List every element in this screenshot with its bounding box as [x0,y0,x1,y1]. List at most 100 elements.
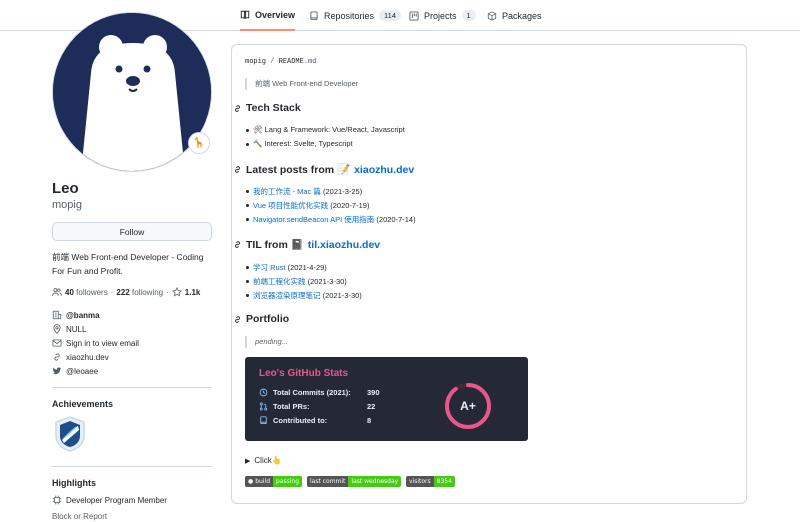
organization-icon [52,310,62,320]
post-date: (2020-7-19) [330,201,370,210]
tab-overview[interactable]: Overview [240,0,296,31]
repo-icon [259,416,268,425]
stars-link[interactable]: 1.1k [185,288,201,297]
portfolio-heading: Portfolio [233,313,289,325]
location-detail: NULL [52,324,86,334]
email-detail: Sign in to view email [52,338,139,348]
post-link[interactable]: Vue 项目性能优化实践 [253,201,328,210]
tab-repositories[interactable]: Repositories 114 [309,0,401,31]
til-post-link[interactable]: 浏览器渲染原理笔记 [253,291,321,300]
mail-icon [52,338,62,348]
list-item: 浏览器渲染原理笔记 (2021-3-30) [246,290,362,301]
tab-packages[interactable]: Packages [487,0,542,31]
profile-name: Leo [52,180,79,197]
location-text: NULL [66,324,87,334]
website-link[interactable]: xiaozhu.dev [66,353,109,362]
blog-link[interactable]: xiaozhu.dev [354,164,414,176]
developer-program-badge: Developer Program Member [52,495,167,505]
repo-icon [309,10,319,21]
anchor-link-icon[interactable] [233,104,242,113]
followers-link[interactable]: 40 followers [65,288,108,297]
click-disclosure[interactable]: ▶ Click👆 [245,456,282,465]
list-item: 我的工作流 - Mac 篇 (2021-3-25) [245,186,363,197]
follow-button[interactable]: Follow [52,222,212,241]
stats-label: Total Commits (2021): [273,388,351,397]
shield-value: 8354 [433,476,455,487]
stats-value: 390 [367,388,380,397]
last-commit-shield[interactable]: last commit last wednesday [307,476,402,487]
tab-label: Overview [255,9,296,20]
following-link[interactable]: 222 following [116,288,163,297]
avatar[interactable] [52,12,212,172]
profile-bio: 前端 Web Front-end Developer - Coding For … [52,252,204,276]
til-post-link[interactable]: 学习 Rust [253,263,286,272]
stats-row-contributed: Contributed to: [259,416,327,425]
achievement-badge[interactable] [54,416,86,452]
post-link[interactable]: Navigator.sendBeacon API 使用指南 [253,215,374,224]
anchor-link-icon[interactable] [233,240,242,249]
developer-program-label: Developer Program Member [66,495,167,505]
people-icon [52,287,62,297]
stats-row-prs: Total PRs: [259,402,310,411]
til-heading: TIL from 📓 til.xiaozhu.dev [233,238,380,251]
email-link[interactable]: Sign in to view email [66,339,139,348]
tech-stack-heading: Tech Stack [233,102,301,114]
anchor-link-icon[interactable] [233,315,242,324]
heading-text: Tech Stack [246,102,301,114]
pending-quote: pending... [245,336,288,348]
post-date: (2021-3-25) [323,187,363,196]
project-count-badge: 1 [461,10,476,21]
tab-label: Projects [424,10,457,21]
history-icon [259,388,268,397]
dot-separator: · [166,287,169,297]
list-item: Navigator.sendBeacon API 使用指南 (2020-7-14… [246,214,416,225]
book-icon [240,10,250,20]
stats-label: Contributed to: [273,416,328,425]
post-date: (2021-3-30) [322,291,362,300]
block-or-report-link[interactable]: Block or Report [52,512,107,521]
build-shield[interactable]: ● build passing [245,476,303,487]
followers-label: followers [76,287,108,297]
cpu-icon [52,495,62,505]
highlights-heading: Highlights [52,478,96,488]
crumb-ext: .md [303,58,317,66]
list-item: 前端工程化实践 (2021-3-30) [246,276,347,287]
org-link[interactable]: @banma [66,311,100,320]
twitter-icon [52,366,62,376]
status-emoji[interactable]: 🦒 [188,132,210,154]
visitors-shield[interactable]: visitors 8354 [406,476,455,487]
post-date: (2021-3-30) [307,277,347,286]
following-count: 222 [116,287,130,297]
sidebar-divider [52,466,212,467]
org-detail: @banma [52,310,100,320]
til-link[interactable]: til.xiaozhu.dev [308,239,380,251]
stats-label: Total PRs: [273,402,310,411]
dot-separator: · [110,287,114,297]
shield-value: passing [273,476,303,487]
link-icon [52,352,62,362]
til-post-link[interactable]: 前端工程化实践 [253,277,306,286]
tab-projects[interactable]: Projects 1 [409,0,476,31]
followers-count: 40 [65,287,74,297]
list-item: 学习 Rust (2021-4-29) [246,262,327,273]
crumb-user[interactable]: mopig [245,58,266,66]
post-date: (2021-4-29) [287,263,327,272]
follow-stats: 40 followers · 222 following · 1.1k [52,287,200,297]
list-item: Vue 项目性能优化实践 (2020-7-19) [245,200,370,211]
latest-posts-heading: Latest posts from 📝 xiaozhu.dev [233,163,414,176]
polar-bear-avatar-image [53,13,211,171]
crumb-file[interactable]: README [279,58,304,66]
intro-quote: 前端 Web Front-end Developer [245,78,358,90]
list-item: 🛠 Lang & Framework: Vue/React, Javascrip… [246,125,405,134]
post-link[interactable]: 我的工作流 - Mac 篇 [253,187,321,196]
website-detail: xiaozhu.dev [52,352,109,362]
crumb-separator: / [270,58,275,66]
rank-grade: A+ [460,399,476,413]
following-label: following [131,287,164,297]
heading-text: Portfolio [246,313,290,325]
disclosure-label: Click👆 [254,456,282,465]
stats-value: 8 [367,416,372,425]
twitter-link[interactable]: @leoaee [66,367,98,376]
achievements-heading: Achievements [52,399,114,409]
anchor-link-icon[interactable] [233,165,242,174]
